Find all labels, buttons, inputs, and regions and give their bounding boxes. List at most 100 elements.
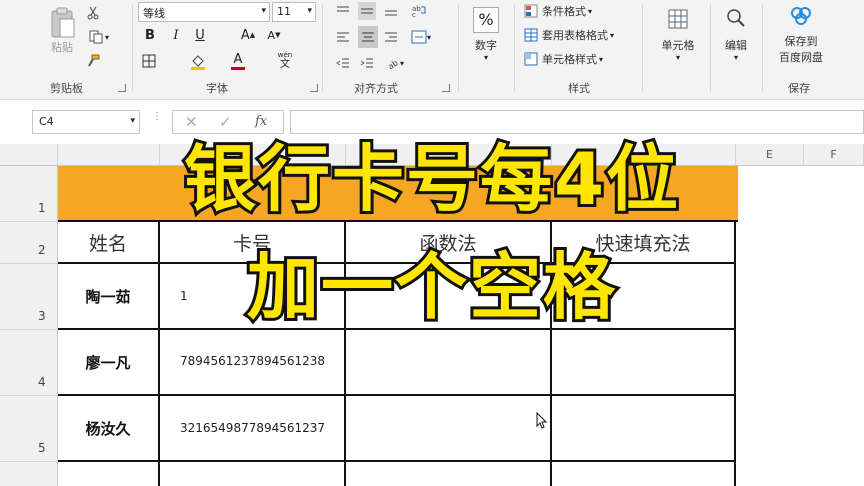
- align-center-button[interactable]: [358, 26, 378, 48]
- svg-text:c: c: [412, 11, 416, 18]
- align-right-button[interactable]: [382, 28, 400, 46]
- increase-indent-button[interactable]: [358, 54, 376, 72]
- insert-function-button[interactable]: fx: [255, 114, 267, 129]
- conditional-format-icon: [524, 4, 538, 18]
- save-to-baidu-button[interactable]: 保存到 百度网盘: [770, 2, 832, 68]
- cells-label: 单元格: [661, 38, 695, 52]
- styles-group-label: 样式: [568, 82, 590, 95]
- row-header-5[interactable]: 5: [0, 396, 58, 462]
- function-cell[interactable]: [346, 396, 552, 462]
- editing-button[interactable]: 编辑 ▾: [716, 2, 756, 66]
- bold-button[interactable]: B: [142, 26, 158, 44]
- wrap-text-button[interactable]: ab c: [408, 2, 430, 20]
- format-painter-button[interactable]: [84, 52, 102, 70]
- save-label-line1: 保存到: [784, 35, 818, 48]
- font-group-label: 字体: [206, 82, 228, 95]
- flashfill-cell[interactable]: [552, 462, 736, 486]
- paste-icon: [51, 7, 75, 38]
- font-dialog-launcher[interactable]: [310, 84, 318, 92]
- caption-line-1: 银行卡号每4位: [181, 134, 681, 224]
- paste-button[interactable]: 粘贴: [40, 4, 84, 58]
- caption-line-2: 加一个空格: [244, 242, 618, 332]
- flashfill-cell[interactable]: [552, 330, 736, 396]
- align-left-button[interactable]: [334, 28, 352, 46]
- group-divider: [132, 4, 133, 92]
- fill-bucket-icon: [191, 55, 205, 70]
- cancel-icon[interactable]: ✕: [185, 113, 198, 131]
- function-cell[interactable]: [346, 330, 552, 396]
- copy-button[interactable]: ▾: [84, 28, 114, 46]
- formula-bar-grip[interactable]: ⋮: [152, 112, 162, 130]
- align-middle-button[interactable]: [358, 2, 376, 20]
- chevron-down-icon: ▾: [104, 32, 109, 42]
- card-cell[interactable]: 7894561237894561238: [160, 330, 346, 396]
- mouse-cursor-icon: [536, 412, 548, 429]
- row-header-4[interactable]: 4: [0, 330, 58, 396]
- increase-font-button[interactable]: A ▲: [238, 26, 258, 44]
- cells-button[interactable]: 单元格 ▾: [652, 2, 704, 66]
- decrease-indent-button[interactable]: [334, 54, 352, 72]
- format-as-table-label: 套用表格格式: [542, 29, 608, 42]
- function-cell[interactable]: [346, 462, 552, 486]
- number-label: 数字: [475, 38, 497, 52]
- font-name-value: 等线: [143, 7, 165, 20]
- align-bottom-button[interactable]: [382, 2, 400, 20]
- name-box[interactable]: C4 ▾: [32, 110, 140, 134]
- phonetic-button[interactable]: wén 文: [274, 50, 296, 72]
- italic-button[interactable]: I: [168, 26, 184, 44]
- borders-button[interactable]: [140, 52, 158, 70]
- borders-icon: [142, 54, 156, 68]
- alignment-group-label: 对齐方式: [354, 82, 398, 95]
- group-divider: [322, 4, 323, 92]
- name-cell[interactable]: [58, 462, 160, 486]
- scissors-icon: [87, 6, 99, 20]
- cut-button[interactable]: [84, 4, 102, 22]
- row-header-6[interactable]: [0, 462, 58, 486]
- font-size-value: 11: [277, 5, 291, 18]
- font-name-select[interactable]: 等线 ▾: [138, 2, 270, 22]
- save-group-label: 保存: [788, 82, 810, 95]
- name-cell[interactable]: 杨汝久: [58, 396, 160, 462]
- merge-center-button[interactable]: ▾: [408, 28, 434, 46]
- flashfill-cell[interactable]: [552, 396, 736, 462]
- underline-button[interactable]: U: [192, 26, 208, 44]
- chevron-down-icon: ▾: [426, 32, 431, 42]
- formula-input[interactable]: [290, 110, 864, 134]
- cells-icon: [668, 9, 688, 28]
- fill-color-button[interactable]: [188, 52, 208, 72]
- card-cell[interactable]: 3216549877894561237: [160, 396, 346, 462]
- name-cell[interactable]: 廖一凡: [58, 330, 160, 396]
- baidu-cloud-icon: [791, 7, 811, 25]
- group-divider: [514, 4, 515, 92]
- phonetic-bottom: 文: [280, 59, 290, 70]
- enter-icon[interactable]: ✓: [219, 113, 232, 131]
- font-size-select[interactable]: 11 ▾: [272, 2, 316, 22]
- orientation-button[interactable]: ab ▾: [382, 54, 408, 72]
- chevron-down-icon: ▾: [610, 30, 615, 40]
- paste-label: 粘贴: [51, 41, 73, 54]
- chevron-down-icon: ▾: [675, 52, 680, 62]
- cell-styles-button[interactable]: 单元格样式 ▾: [524, 50, 634, 68]
- clipboard-dialog-launcher[interactable]: [118, 84, 126, 92]
- card-cell[interactable]: [160, 462, 346, 486]
- conditional-format-button[interactable]: 条件格式 ▾: [524, 2, 634, 20]
- conditional-format-label: 条件格式: [542, 5, 586, 18]
- chevron-down-icon: ▾: [733, 52, 738, 62]
- cell-styles-icon: [524, 52, 538, 66]
- alignment-dialog-launcher[interactable]: [442, 84, 450, 92]
- group-divider: [710, 4, 711, 92]
- align-center-icon: [362, 32, 374, 42]
- align-top-button[interactable]: [334, 2, 352, 20]
- align-bottom-icon: [385, 10, 397, 16]
- number-format-button[interactable]: % 数字 ▾: [466, 2, 506, 66]
- align-top-icon: [337, 6, 349, 12]
- chevron-down-icon: ▾: [261, 6, 266, 16]
- decrease-font-button[interactable]: A ▼: [264, 26, 284, 44]
- chevron-down-icon: ▾: [588, 6, 593, 16]
- format-as-table-button[interactable]: 套用表格格式 ▾: [524, 26, 634, 44]
- clipboard-group-label: 剪贴板: [50, 82, 83, 95]
- outdent-icon: [336, 58, 349, 68]
- chevron-down-icon: ▾: [130, 116, 135, 126]
- align-left-icon: [337, 32, 349, 42]
- font-color-button[interactable]: A: [228, 50, 248, 72]
